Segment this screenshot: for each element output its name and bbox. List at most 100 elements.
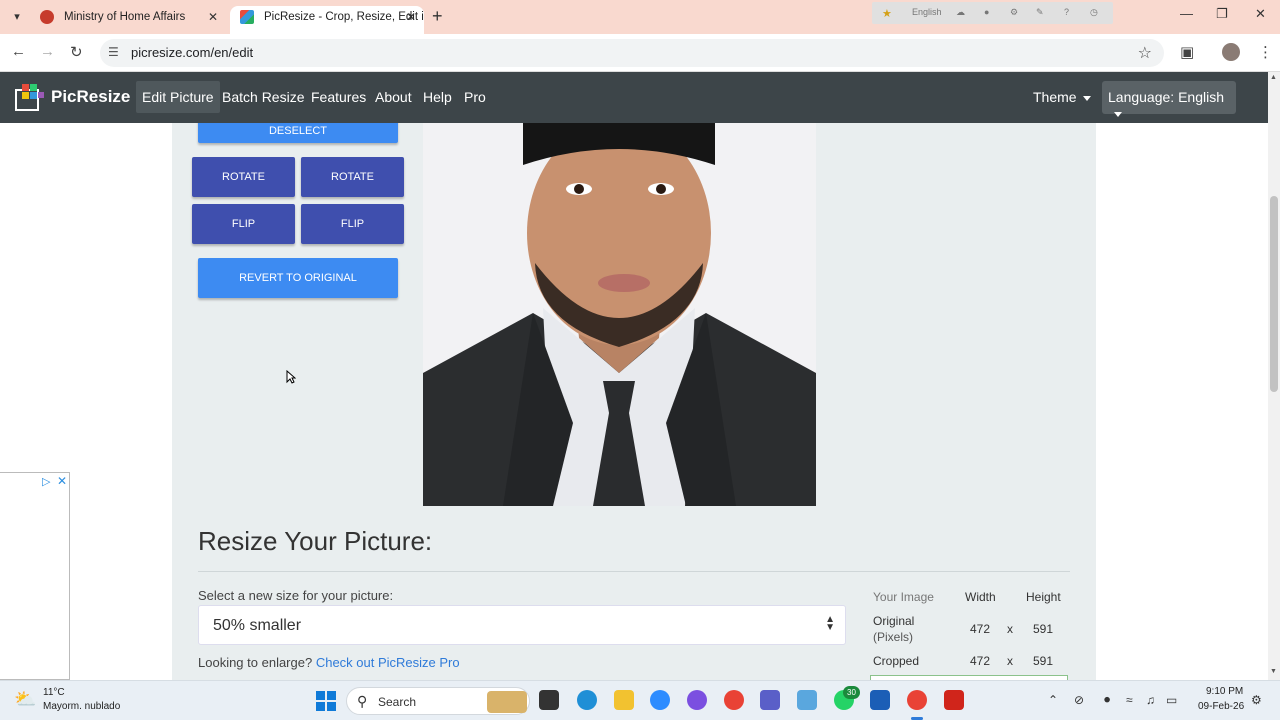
- chrome-icon[interactable]: [907, 690, 927, 710]
- windows-taskbar: ⛅ 11°C Mayorm. nublado ⚲ Search 30 ⌃ ⊘ ⚫…: [0, 680, 1280, 720]
- weather-temperature[interactable]: 11°C: [43, 687, 65, 698]
- url-text[interactable]: picresize.com/en/edit: [131, 45, 253, 60]
- theme-dropdown[interactable]: Theme: [1033, 89, 1091, 105]
- extension-icon[interactable]: ★: [882, 7, 892, 20]
- help-icon[interactable]: ?: [1064, 7, 1069, 17]
- portrait-image: [423, 123, 816, 506]
- notification-bell-icon[interactable]: ⚙: [1251, 693, 1262, 707]
- bookmark-star-icon[interactable]: ☆: [1138, 43, 1152, 63]
- select-arrows-icon: ▲ ▼: [825, 614, 835, 633]
- clock-icon[interactable]: ◷: [1090, 7, 1098, 18]
- page-content: DESELECT ROTATE ROTATE FLIP FLIP REVERT …: [0, 123, 1268, 680]
- picresize-pro-link[interactable]: Check out PicResize Pro: [316, 655, 460, 670]
- enlarge-text: Looking to enlarge?: [198, 655, 313, 670]
- pen-icon[interactable]: ✎: [1036, 7, 1044, 18]
- browser-tab-bar: ▾ Ministry of Home Affairs ✕ PicResize -…: [0, 0, 1280, 34]
- extensions-puzzle-icon[interactable]: ▣: [1180, 43, 1194, 61]
- chrome-profile-icon[interactable]: [724, 690, 744, 710]
- page-scrollbar[interactable]: ▲ ▼: [1268, 72, 1280, 680]
- acrobat-icon[interactable]: [944, 690, 964, 710]
- tray-overflow-icon[interactable]: ⌃: [1048, 693, 1058, 707]
- edge-icon[interactable]: [577, 690, 597, 710]
- wifi-icon[interactable]: ≈: [1126, 693, 1133, 707]
- nav-help[interactable]: Help: [423, 89, 452, 105]
- deselect-button[interactable]: DESELECT: [198, 123, 398, 143]
- ad-close-icon[interactable]: ✕: [57, 474, 67, 488]
- volume-icon[interactable]: ♫: [1146, 693, 1155, 707]
- weather-description[interactable]: Mayorm. nublado: [43, 701, 120, 712]
- sync-off-icon[interactable]: ⊘: [1074, 693, 1084, 707]
- deselect-label: DESELECT: [268, 125, 328, 137]
- windows-start-icon[interactable]: [316, 691, 336, 711]
- site-info-icon[interactable]: ☰: [108, 45, 119, 59]
- row-cropped-label: Cropped: [873, 654, 920, 668]
- bulb-icon[interactable]: ●: [984, 7, 989, 17]
- nav-features[interactable]: Features: [311, 89, 366, 105]
- cloud-icon[interactable]: ☁: [956, 7, 965, 18]
- word-icon[interactable]: [870, 690, 890, 710]
- nav-pro[interactable]: Pro: [464, 89, 486, 105]
- brand-name[interactable]: PicResize: [51, 87, 130, 107]
- section-divider: [198, 571, 1070, 572]
- close-tab-icon[interactable]: ✕: [208, 6, 218, 28]
- canva-icon[interactable]: [687, 690, 707, 710]
- ad-choices-icon[interactable]: ▷: [42, 475, 50, 488]
- ad-banner[interactable]: ▷ ✕: [0, 472, 70, 680]
- row-original-label: Original: [873, 614, 915, 628]
- reload-icon[interactable]: ↻: [70, 43, 83, 61]
- flip-horizontal-button[interactable]: FLIP: [192, 204, 295, 244]
- close-tab-icon[interactable]: ✕: [406, 6, 416, 28]
- revert-to-original-button[interactable]: REVERT TO ORIGINAL: [198, 258, 398, 298]
- file-explorer-icon[interactable]: [614, 690, 634, 710]
- battery-icon[interactable]: ▭: [1166, 693, 1177, 707]
- close-window-icon[interactable]: ✕: [1255, 6, 1266, 22]
- task-view-icon[interactable]: [539, 690, 559, 710]
- gear-icon[interactable]: ⚙: [1010, 7, 1018, 18]
- edited-photo[interactable]: [423, 123, 816, 506]
- flip-vertical-label: FLIP: [340, 218, 365, 230]
- flip-vertical-button[interactable]: FLIP: [301, 204, 404, 244]
- omnibox[interactable]: ☰ picresize.com/en/edit ☆: [100, 39, 1164, 67]
- nav-batch-resize[interactable]: Batch Resize: [222, 89, 304, 105]
- teams-icon[interactable]: [760, 690, 780, 710]
- tab-search-chevron-icon[interactable]: ▾: [6, 8, 28, 26]
- zoom-icon[interactable]: [650, 690, 670, 710]
- nav-edit-picture[interactable]: Edit Picture: [136, 81, 220, 113]
- minimize-icon[interactable]: —: [1180, 6, 1193, 21]
- wallet-icon[interactable]: [797, 690, 817, 710]
- cropped-x: x: [1007, 654, 1013, 668]
- tab-ministry-home-affairs[interactable]: Ministry of Home Affairs ✕: [30, 6, 226, 34]
- theme-label: Theme: [1033, 89, 1077, 105]
- tab-picresize[interactable]: PicResize - Crop, Resize, Edit im ✕: [230, 6, 424, 34]
- nav-about[interactable]: About: [375, 89, 412, 105]
- language-label: Language: English: [1108, 89, 1224, 105]
- profile-avatar[interactable]: [1222, 43, 1240, 61]
- site-navbar: PicResize Edit Picture Batch Resize Feat…: [0, 72, 1268, 123]
- size-select[interactable]: 50% smaller ▲ ▼: [198, 605, 846, 645]
- clock-date[interactable]: 09-Feb-26: [1198, 701, 1244, 712]
- cropped-width: 472: [970, 654, 991, 668]
- scroll-down-icon[interactable]: ▼: [1270, 668, 1277, 675]
- forward-icon[interactable]: →: [40, 43, 55, 60]
- editor-panel: DESELECT ROTATE ROTATE FLIP FLIP REVERT …: [172, 123, 1096, 680]
- scroll-thumb[interactable]: [1270, 196, 1278, 392]
- original-x: x: [1007, 622, 1013, 636]
- new-tab-button[interactable]: +: [432, 6, 443, 27]
- picresize-logo-icon[interactable]: [14, 82, 46, 112]
- flip-horizontal-label: FLIP: [231, 218, 256, 230]
- tab-title: PicResize - Crop, Resize, Edit im: [264, 11, 424, 23]
- microphone-icon[interactable]: ⚫: [1102, 693, 1112, 707]
- menu-kebab-icon[interactable]: ⋮: [1258, 43, 1273, 61]
- rotate-left-button[interactable]: ROTATE: [192, 157, 295, 197]
- clock-time[interactable]: 9:10 PM: [1206, 686, 1243, 697]
- rotate-right-button[interactable]: ROTATE: [301, 157, 404, 197]
- restore-icon[interactable]: ❐: [1216, 6, 1228, 22]
- language-dropdown[interactable]: Language: English: [1102, 81, 1236, 117]
- taskbar-search[interactable]: ⚲ Search: [346, 687, 530, 715]
- rotate-left-label: ROTATE: [222, 171, 265, 183]
- scroll-up-icon[interactable]: ▲: [1270, 74, 1277, 81]
- selected-size: 50% smaller: [213, 617, 302, 634]
- back-icon[interactable]: ←: [11, 43, 26, 60]
- extension-language-label[interactable]: English: [912, 7, 942, 17]
- weather-cloud-icon[interactable]: ⛅: [14, 689, 36, 710]
